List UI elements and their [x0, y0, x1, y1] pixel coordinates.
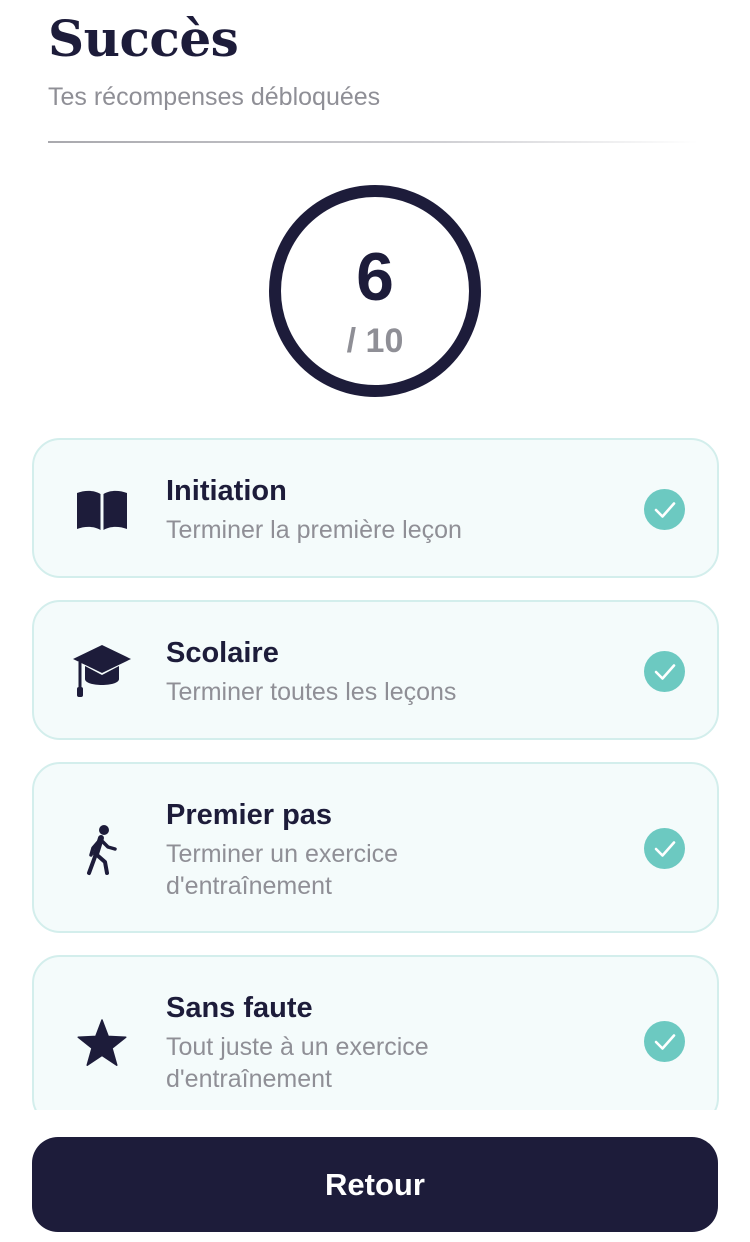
- back-button[interactable]: Retour: [32, 1137, 718, 1232]
- achievement-title: Sans faute: [166, 992, 313, 1024]
- unlocked-count: 6: [356, 239, 394, 315]
- achievement-card-initiation: Initiation Terminer la première leçon: [32, 438, 719, 578]
- achievement-card-scolaire: Scolaire Terminer toutes les leçons: [32, 600, 719, 740]
- achievements-screen: Succès Tes récompenses débloquées 6 / 10…: [0, 0, 750, 1242]
- check-icon: [644, 1021, 685, 1062]
- achievement-title: Premier pas: [166, 799, 333, 831]
- achievement-title: Scolaire: [166, 637, 279, 669]
- achievement-description: Tout juste à un exercice d'entraînement: [166, 1033, 429, 1093]
- achievement-description: Terminer toutes les leçons: [166, 678, 457, 706]
- walking-person-icon: [70, 818, 134, 882]
- book-icon: [70, 478, 134, 542]
- check-icon: [644, 651, 685, 692]
- page-subtitle: Tes récompenses débloquées: [48, 83, 381, 111]
- achievement-description: Terminer la première leçon: [166, 516, 462, 544]
- achievement-card-premier-pas: Premier pas Terminer un exercice d'entra…: [32, 762, 719, 933]
- page-title: Succès: [48, 9, 239, 68]
- achievement-card-sans-faute: Sans faute Tout juste à un exercice d'en…: [32, 955, 719, 1110]
- progress-counter: 6 / 10: [269, 185, 481, 397]
- header-divider: [48, 141, 698, 143]
- total-count: / 10: [346, 322, 404, 360]
- star-icon: [70, 1011, 134, 1075]
- achievement-description: Terminer un exercice d'entraînement: [166, 840, 399, 900]
- header: Succès Tes récompenses débloquées: [48, 10, 698, 112]
- check-icon: [644, 489, 685, 530]
- achievement-list[interactable]: Initiation Terminer la première leçon Sc…: [32, 438, 719, 1110]
- check-icon: [644, 828, 685, 869]
- achievement-title: Initiation: [166, 475, 287, 507]
- graduation-cap-icon: [70, 640, 134, 704]
